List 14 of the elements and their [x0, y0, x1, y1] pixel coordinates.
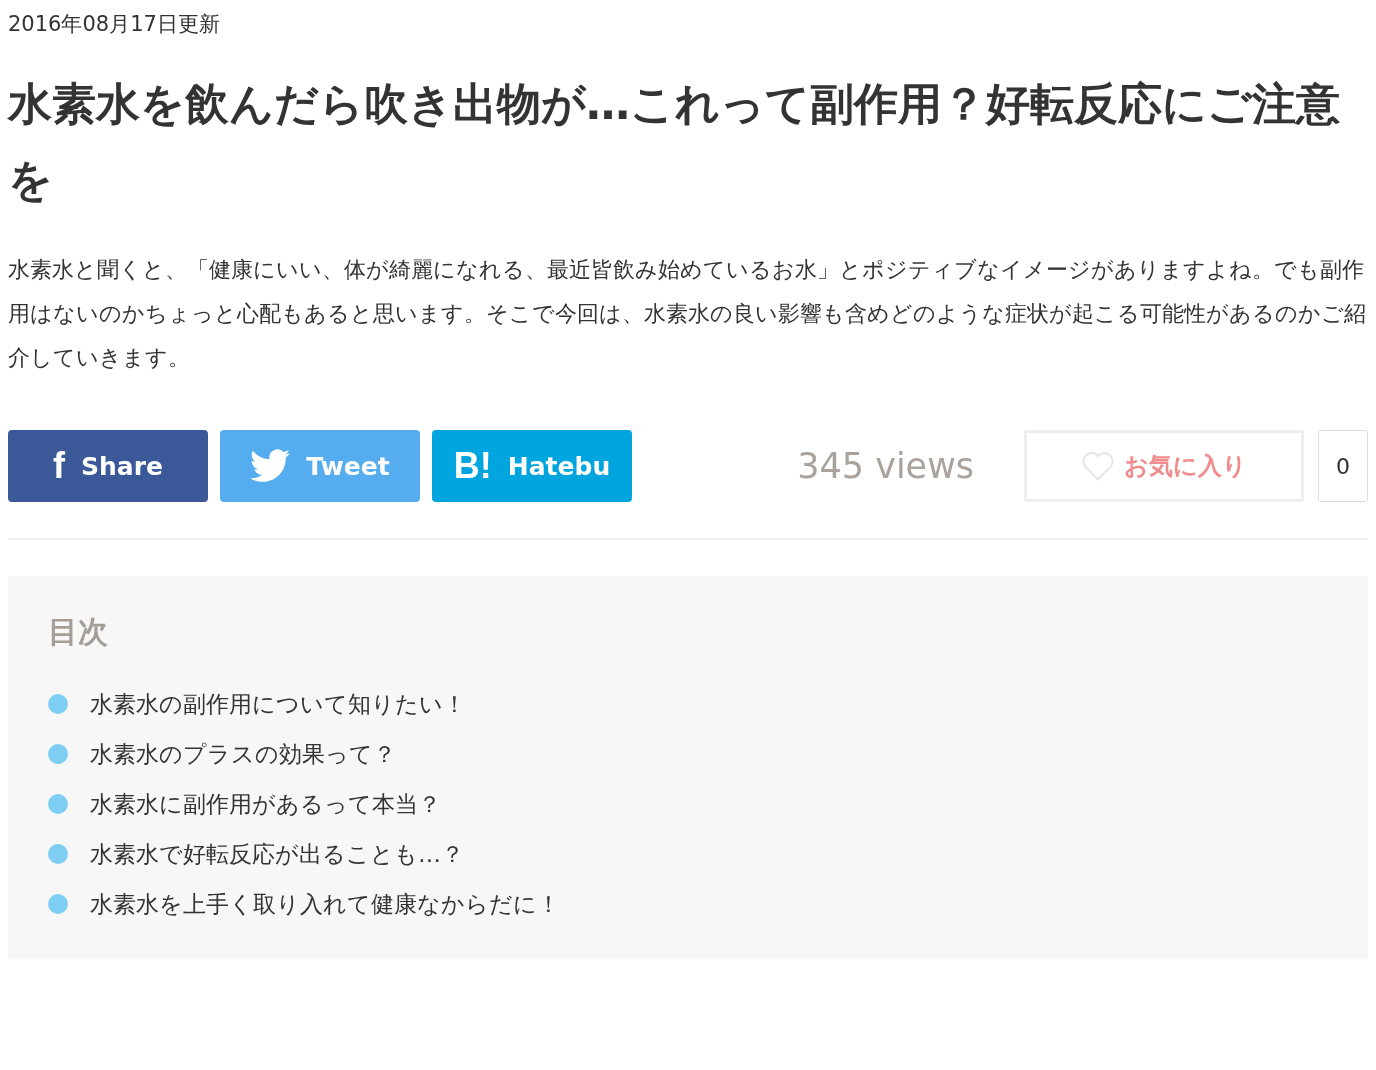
update-date: 2016年08月17日更新	[8, 11, 221, 38]
facebook-share-button[interactable]: f Share	[8, 430, 208, 502]
logo-icon: f	[53, 445, 65, 487]
favorite-count: 0	[1318, 430, 1368, 502]
toc-heading: 目次	[48, 613, 109, 651]
toc-link[interactable]: 水素水を上手く取り入れて健康なからだに！	[90, 888, 560, 920]
toc-link[interactable]: 水素水で好転反応が出ることも…？	[90, 838, 464, 870]
toc-link[interactable]: 水素水に副作用があるって本当？	[90, 788, 441, 820]
view-count: 345 views	[797, 446, 974, 486]
logo-icon: B!	[453, 445, 492, 487]
article-description: 水素水と聞くと、「健康にいい、体が綺麗になれる、最近皆飲み始めているお水」とポジティブなイメージがありますよね。でも副作用はないのかちょっと心配もあると思います。そこで今回は、水素水の良い影響も含めどのような症状が起こる可能性があるのかご紹介していきます。	[8, 256, 1367, 372]
article-title: 水素水を飲んだら吹き出物が…これって副作用？好転反応にご注意を	[8, 77, 1341, 207]
toc-link[interactable]: 水素水のプラスの効果って？	[90, 738, 396, 770]
toc-link[interactable]: 水素水の副作用について知りたい！	[90, 688, 466, 720]
